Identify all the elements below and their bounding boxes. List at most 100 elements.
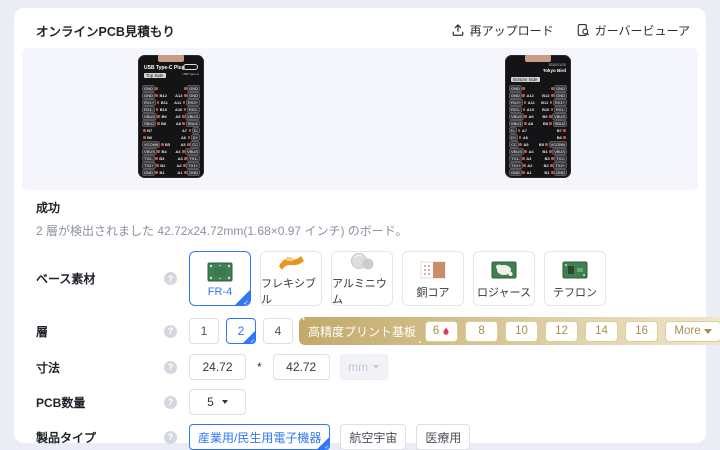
fr4-pcb-icon — [205, 260, 235, 284]
help-icon[interactable] — [164, 431, 177, 444]
pcb-connector-tab — [158, 55, 184, 62]
pcb-pin-row: D+A6B6 — [507, 134, 569, 141]
layer-option-6[interactable]: 6 — [425, 321, 458, 342]
layer-option-label: 10 — [515, 325, 528, 337]
layer-option-10[interactable]: 10 — [505, 321, 538, 342]
material-option-rogers[interactable]: ロジャース — [473, 251, 535, 306]
layer-option-label: 16 — [635, 325, 648, 337]
pcb-pin-row: CCA5B5VCONN — [507, 141, 569, 148]
quantity-select[interactable]: 5 — [189, 389, 246, 415]
help-icon[interactable] — [164, 272, 177, 285]
layer-option-4[interactable]: 4 — [263, 318, 293, 344]
material-label: 銅コア — [417, 284, 450, 300]
field-label-quantity: PCB数量 — [36, 394, 164, 411]
material-label: FR-4 — [208, 286, 232, 298]
pcb-pin-row: RX2-A10B10RX1- — [507, 106, 569, 113]
board-side-label: Top Side — [144, 73, 166, 78]
pcb-pin-row: B6A6D+ — [140, 134, 202, 141]
pcb-pin-row: RX2+A11B11RX1+ — [507, 99, 569, 106]
pcb-pin-row: D-A7B7 — [507, 127, 569, 134]
rogers-pcb-icon — [489, 258, 519, 282]
board-title: USB Type-C Plug — [144, 65, 185, 71]
layer-option-2[interactable]: 2 — [226, 318, 256, 344]
flex-pcb-icon — [276, 251, 306, 273]
pcb-pin-row: GNDGND — [140, 85, 202, 92]
teflon-pcb-icon — [560, 258, 590, 282]
board-side-label: Bottom Side — [511, 77, 540, 82]
layer-option-label: 6 — [433, 325, 439, 337]
pcb-pin-row: TX1+A2B2TX2+ — [507, 162, 569, 169]
layer-option-12[interactable]: 12 — [545, 321, 578, 342]
layer-option-8[interactable]: 8 — [465, 321, 498, 342]
pcb-quote-card: オンラインPCB見積もり 再アップロード ガーバービューア USB Type-C… — [14, 8, 706, 443]
pcb-pin-row: B7A7D- — [140, 127, 202, 134]
field-label-dimensions: 寸法 — [36, 359, 164, 376]
status-detail: 2 層が検出されました 42.72x24.72mm(1.68×0.97 インチ)… — [36, 222, 684, 239]
pcb-pin-row: SBU2B8A8SBU1 — [140, 120, 202, 127]
selected-check-icon — [243, 331, 255, 343]
quantity-value: 5 — [207, 395, 214, 409]
pcb-pin-row: TX2-B3A3TX1- — [140, 155, 202, 162]
dimension-unit-select[interactable]: mm — [340, 354, 388, 380]
status-title: 成功 — [36, 199, 684, 216]
copper-core-icon — [418, 258, 448, 282]
layer-option-16[interactable]: 16 — [625, 321, 658, 342]
row-base-material: ベース素材 FR-4 フレキシブル — [36, 251, 698, 306]
pcb-connector-tab — [525, 55, 551, 62]
pcb-pin-grid: GNDGNDGNDA12B12GNDRX2+A11B11RX1+RX2-A10B… — [507, 85, 569, 176]
layers-more-button[interactable]: More — [665, 321, 720, 342]
layer-option-label: 1 — [201, 324, 208, 338]
pcb-pin-row: VBUSA9B9VBUS — [507, 113, 569, 120]
reupload-button[interactable]: 再アップロード — [451, 22, 554, 39]
row-dimensions: 寸法 * mm — [36, 354, 698, 380]
header-actions: 再アップロード ガーバービューア — [451, 22, 690, 39]
help-icon[interactable] — [164, 361, 177, 374]
layer-option-label: 4 — [275, 324, 282, 338]
dimension-separator: * — [257, 360, 262, 374]
layer-option-label: 8 — [478, 325, 484, 337]
pcb-pin-row: RX1-B10A10RX2- — [140, 106, 202, 113]
product-type-medical[interactable]: 医療用 — [416, 424, 470, 450]
page-header: オンラインPCB見積もり 再アップロード ガーバービューア — [22, 8, 698, 48]
material-label: ロジャース — [477, 284, 531, 300]
selected-check-icon — [235, 290, 250, 305]
pcb-pin-row: GNDGND — [507, 85, 569, 92]
pcb-pin-row: RX1+B11A11RX2+ — [140, 99, 202, 106]
chevron-down-icon — [373, 365, 379, 369]
help-icon[interactable] — [164, 396, 177, 409]
pcb-pin-row: GNDB1A1GND — [140, 169, 202, 176]
dimension-unit-value: mm — [348, 360, 368, 374]
layer-option-label: 2 — [238, 324, 245, 338]
board-brand: Tokyo Bird — [543, 68, 566, 73]
material-option-aluminum[interactable]: アルミニウム — [331, 251, 393, 306]
material-option-flex[interactable]: フレキシブル — [260, 251, 322, 306]
row-product-type: 製品タイプ 産業用/民生用電子機器 航空宇宙 医療用 — [36, 424, 698, 450]
hdi-badge: 高精度プリント基板 — [308, 323, 418, 340]
gerber-viewer-button[interactable]: ガーバービューア — [576, 22, 690, 39]
pcb-pin-row: VBUSB4A4VBUS — [140, 148, 202, 155]
dimension-width-input[interactable] — [189, 354, 246, 380]
material-label: アルミニウム — [332, 275, 392, 307]
gerber-viewer-label: ガーバービューア — [595, 22, 690, 39]
gerber-viewer-icon — [576, 23, 590, 37]
pcb-pin-row: GNDA1B1GND — [507, 169, 569, 176]
reupload-label: 再アップロード — [470, 22, 554, 39]
help-icon[interactable] — [164, 325, 177, 338]
material-option-copper-core[interactable]: 銅コア — [402, 251, 464, 306]
pcb-pin-grid: GNDGNDGNDB12A12GNDRX1+B11A11RX2+RX1-B10A… — [140, 85, 202, 176]
product-type-aerospace[interactable]: 航空宇宙 — [340, 424, 406, 450]
layer-option-1[interactable]: 1 — [189, 318, 219, 344]
layer-option-14[interactable]: 14 — [585, 321, 618, 342]
pcb-pin-row: TX2+B2A2TX1+ — [140, 162, 202, 169]
detection-status: 成功 2 層が検出されました 42.72x24.72mm(1.68×0.97 イ… — [22, 190, 698, 239]
material-option-fr4[interactable]: FR-4 — [189, 251, 251, 306]
dimension-height-input[interactable] — [273, 354, 330, 380]
product-type-industrial-consumer[interactable]: 産業用/民生用電子機器 — [189, 424, 330, 450]
row-layers: 層 1 2 4 高精度プリント基板 6 — [36, 317, 698, 345]
upload-icon — [451, 23, 465, 37]
material-option-teflon[interactable]: テフロン — [544, 251, 606, 306]
quote-form: ベース素材 FR-4 フレキシブル — [22, 239, 698, 450]
more-label: More — [674, 325, 700, 337]
pcb-pin-row: SBU1A8B8SBU2 — [507, 120, 569, 127]
layer-option-label: 12 — [555, 325, 568, 337]
